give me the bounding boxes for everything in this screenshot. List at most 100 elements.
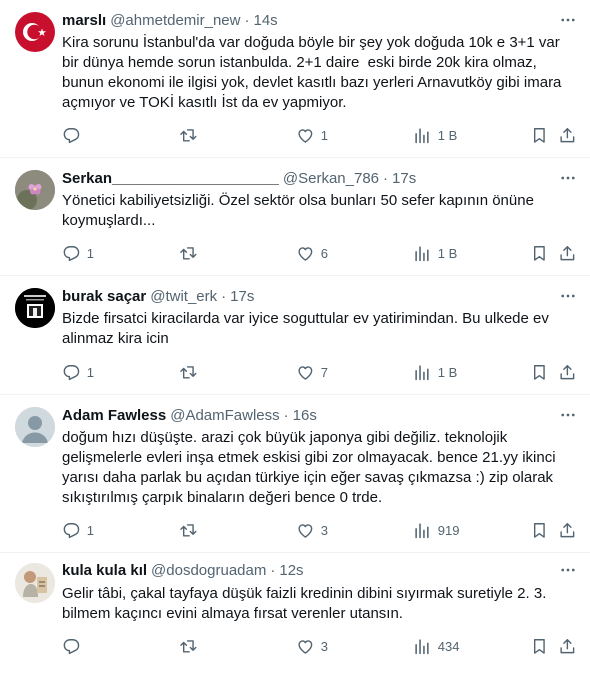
timestamp[interactable]: 17s xyxy=(230,288,254,305)
retweet-button[interactable] xyxy=(179,362,204,382)
author-handle[interactable]: @ahmetdemir_new xyxy=(110,12,240,29)
tweet-text: doğum hızı düşüşte. arazi çok büyük japo… xyxy=(62,429,556,506)
timestamp[interactable]: 16s xyxy=(293,407,317,424)
retweet-button[interactable] xyxy=(179,636,204,656)
separator-dot: · xyxy=(270,561,276,579)
heart-icon xyxy=(298,639,313,654)
author-handle[interactable]: @dosdogruadam xyxy=(151,562,266,579)
tweet[interactable]: marslı @ahmetdemir_new · 14s Kira sorunu… xyxy=(0,0,590,158)
reply-button[interactable]: 1 xyxy=(62,520,94,540)
tweet[interactable]: kula kula kıl @dosdogruadam · 12s Gelir … xyxy=(0,553,590,675)
more-icon[interactable] xyxy=(558,405,578,425)
tweet-header: kula kula kıl @dosdogruadam · 12s xyxy=(62,560,578,580)
tweet-actions: 1 7 1 B xyxy=(62,362,578,382)
retweet-icon xyxy=(180,246,197,260)
views-button[interactable]: 434 xyxy=(413,636,459,656)
reply-icon xyxy=(63,638,80,654)
timestamp[interactable]: 12s xyxy=(279,562,303,579)
reply-button[interactable]: 1 xyxy=(62,243,94,263)
avatar[interactable] xyxy=(15,170,55,210)
view-count: 434 xyxy=(437,638,460,654)
heart-icon xyxy=(298,246,313,261)
bookmark-button[interactable] xyxy=(530,243,549,263)
author-handle[interactable]: @Serkan_786 xyxy=(283,170,379,187)
views-button[interactable]: 1 B xyxy=(413,243,457,263)
like-button[interactable]: 7 xyxy=(296,362,328,382)
more-icon[interactable] xyxy=(558,560,578,580)
more-icon[interactable] xyxy=(558,168,578,188)
reply-button[interactable] xyxy=(62,636,87,656)
tweet-text: Bizde firsatci kiracilarda var iyice sog… xyxy=(62,310,549,347)
tweet[interactable]: Serkan____________________ @Serkan_786 ·… xyxy=(0,158,590,276)
share-button[interactable] xyxy=(558,362,577,382)
views-button[interactable]: 919 xyxy=(413,520,459,540)
like-count: 6 xyxy=(320,245,328,261)
bookmark-button[interactable] xyxy=(530,362,549,382)
share-button[interactable] xyxy=(558,520,577,540)
bookmark-button[interactable] xyxy=(530,520,549,540)
retweet-icon xyxy=(180,639,197,653)
bookmark-icon xyxy=(533,364,545,380)
retweet-icon xyxy=(180,523,197,537)
like-count: 1 xyxy=(320,127,328,143)
views-icon xyxy=(415,127,429,143)
author-name[interactable]: Adam Fawless xyxy=(62,407,166,424)
tweet[interactable]: Adam Fawless @AdamFawless · 16s doğum hı… xyxy=(0,395,590,553)
bookmark-button[interactable] xyxy=(530,125,549,145)
more-icon[interactable] xyxy=(558,10,578,30)
separator-dot: · xyxy=(244,11,250,29)
author-name[interactable]: kula kula kıl xyxy=(62,562,147,579)
tweet-actions: 1 1 B xyxy=(62,125,578,145)
tweet-text: Kira sorunu İstanbul'da var doğuda böyle… xyxy=(62,34,562,111)
reply-icon xyxy=(63,522,80,538)
reply-button[interactable] xyxy=(62,125,87,145)
avatar[interactable] xyxy=(15,288,55,328)
author-name[interactable]: burak saçar xyxy=(62,288,146,305)
like-button[interactable]: 3 xyxy=(296,520,328,540)
like-button[interactable]: 3 xyxy=(296,636,328,656)
like-count: 3 xyxy=(320,522,328,538)
view-count: 919 xyxy=(437,522,460,538)
bookmark-icon xyxy=(533,522,545,538)
tweet-header: burak saçar @twit_erk · 17s xyxy=(62,286,578,306)
tweet-text: Yönetici kabiliyetsizliği. Özel sektör o… xyxy=(62,192,534,229)
views-button[interactable]: 1 B xyxy=(413,125,457,145)
separator-dot: · xyxy=(383,169,389,187)
author-handle[interactable]: @AdamFawless xyxy=(170,407,279,424)
tweet-actions: 1 3 919 xyxy=(62,520,578,540)
views-button[interactable]: 1 B xyxy=(413,362,457,382)
reply-count: 1 xyxy=(86,245,94,261)
timestamp[interactable]: 14s xyxy=(254,12,278,29)
author-handle[interactable]: @twit_erk xyxy=(150,288,217,305)
view-count: 1 B xyxy=(437,364,458,380)
avatar[interactable] xyxy=(15,563,55,603)
tweet[interactable]: burak saçar @twit_erk · 17s Bizde firsat… xyxy=(0,276,590,395)
avatar[interactable] xyxy=(15,407,55,447)
retweet-button[interactable] xyxy=(179,243,204,263)
share-button[interactable] xyxy=(558,243,577,263)
retweet-icon xyxy=(180,128,197,142)
tweet-header: Adam Fawless @AdamFawless · 16s xyxy=(62,405,578,425)
reply-button[interactable]: 1 xyxy=(62,362,94,382)
retweet-button[interactable] xyxy=(179,125,204,145)
tweet-feed: marslı @ahmetdemir_new · 14s Kira sorunu… xyxy=(0,0,590,675)
separator-dot: · xyxy=(221,287,227,305)
author-name[interactable]: marslı xyxy=(62,12,106,29)
tweet-actions: 3 434 xyxy=(62,636,578,656)
retweet-icon xyxy=(180,365,197,379)
share-button[interactable] xyxy=(558,125,577,145)
like-count: 7 xyxy=(320,364,328,380)
bookmark-button[interactable] xyxy=(530,636,549,656)
author-name[interactable]: Serkan____________________ xyxy=(62,170,279,187)
retweet-button[interactable] xyxy=(179,520,204,540)
like-button[interactable]: 1 xyxy=(296,125,328,145)
share-button[interactable] xyxy=(558,636,577,656)
more-icon[interactable] xyxy=(558,286,578,306)
tweet-actions: 1 6 1 B xyxy=(62,243,578,263)
like-button[interactable]: 6 xyxy=(296,243,328,263)
bookmark-icon xyxy=(533,127,545,143)
share-icon xyxy=(560,364,575,379)
tweet-header: Serkan____________________ @Serkan_786 ·… xyxy=(62,168,578,188)
timestamp[interactable]: 17s xyxy=(392,170,416,187)
avatar[interactable] xyxy=(15,12,55,52)
